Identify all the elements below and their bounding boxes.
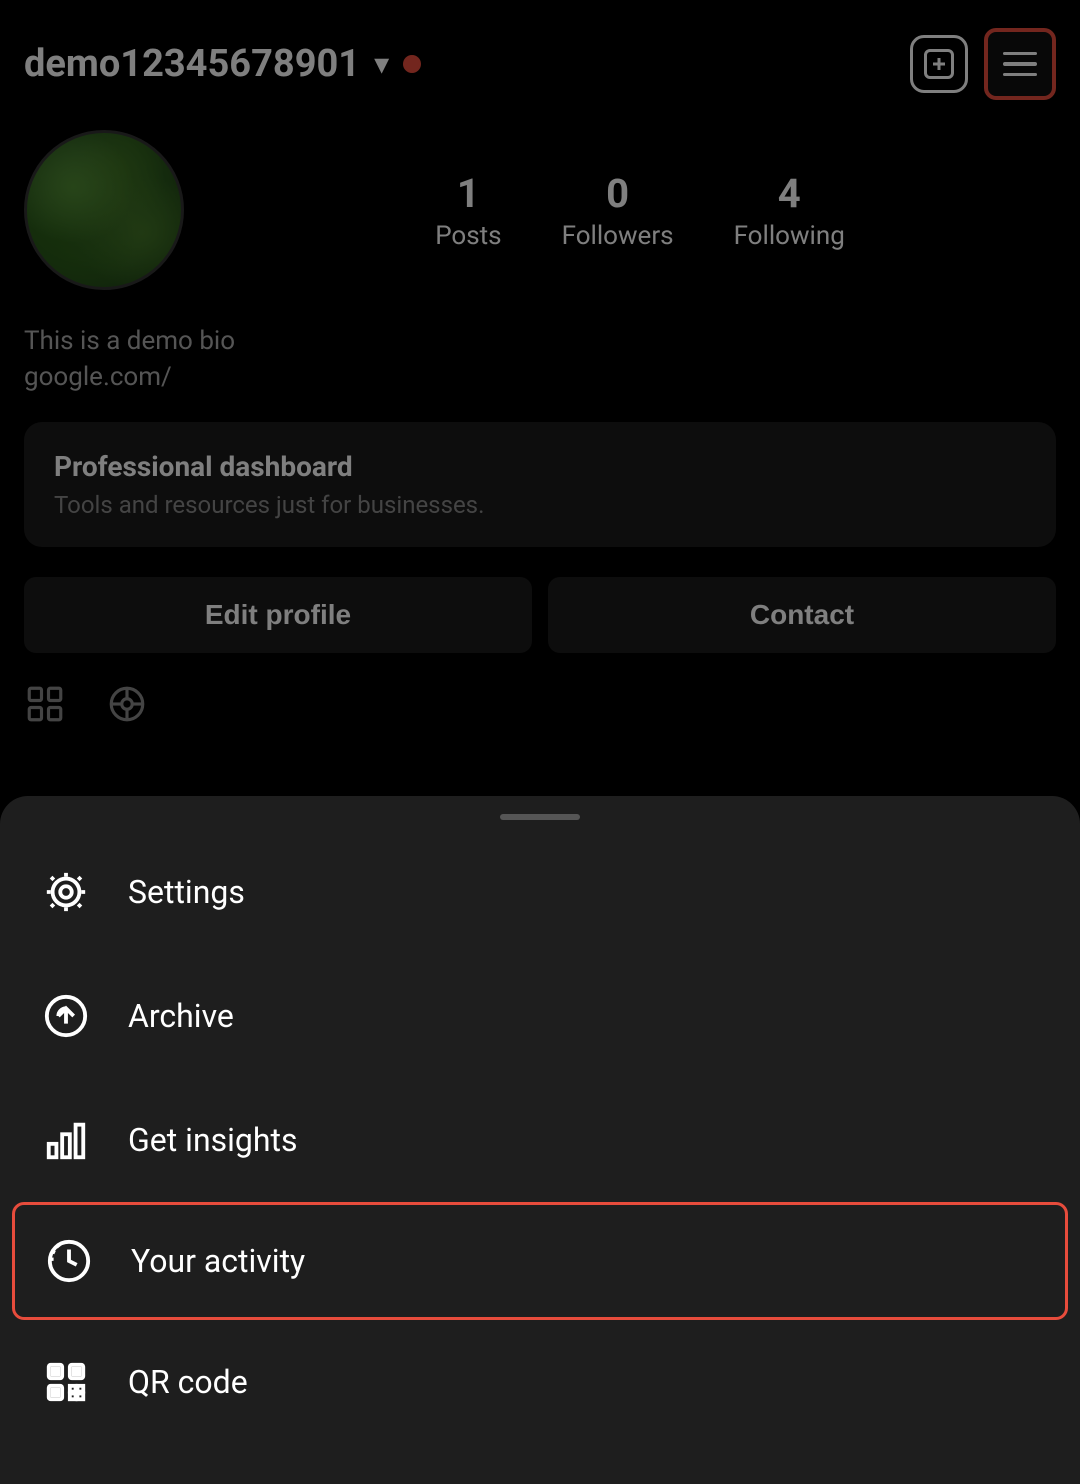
archive-icon — [40, 990, 92, 1042]
activity-icon — [43, 1235, 95, 1287]
insights-label: Get insights — [128, 1121, 298, 1159]
menu-item-insights[interactable]: Get insights — [0, 1078, 1080, 1202]
activity-label: Your activity — [131, 1242, 305, 1280]
qrcode-label: QR code — [128, 1363, 248, 1401]
menu-item-activity[interactable]: Your activity — [12, 1202, 1068, 1320]
bottom-sheet: Settings Archive Get insights — [0, 796, 1080, 1484]
menu-item-settings[interactable]: Settings — [0, 830, 1080, 954]
archive-label: Archive — [128, 997, 234, 1035]
menu-item-archive[interactable]: Archive — [0, 954, 1080, 1078]
sheet-handle — [500, 814, 580, 820]
menu-item-qrcode[interactable]: QR code — [0, 1320, 1080, 1444]
qrcode-icon — [40, 1356, 92, 1408]
settings-icon — [40, 866, 92, 918]
settings-label: Settings — [128, 873, 245, 911]
insights-icon — [40, 1114, 92, 1166]
